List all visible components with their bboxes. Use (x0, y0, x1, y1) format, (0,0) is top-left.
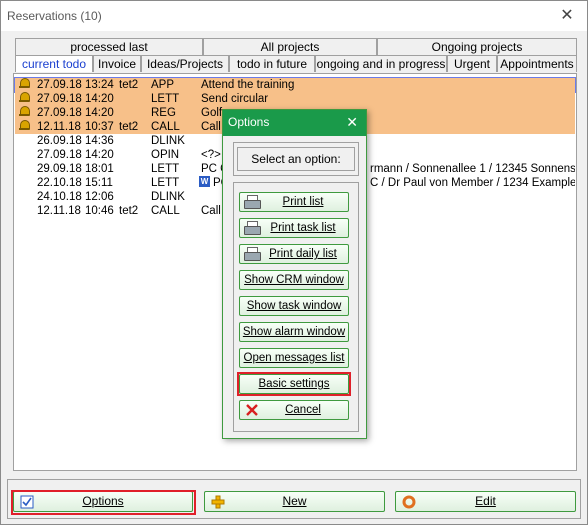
cancel-label: Cancel (285, 404, 321, 416)
show-alarm-window-label: Show alarm window (242, 326, 346, 338)
row-date: 27.09.18 (37, 93, 82, 105)
print-daily-list-label: Print daily list (269, 248, 337, 260)
row-time: 12:06 (85, 191, 114, 203)
row-type: APP (151, 79, 175, 91)
tab-ongoing-projects[interactable]: Ongoing projects (377, 38, 577, 55)
word-document-icon: W (199, 176, 210, 187)
tab-processed-last[interactable]: processed last (15, 38, 203, 55)
dialog-close-icon[interactable]: ✕ (346, 114, 358, 130)
row-time: 18:01 (85, 163, 114, 175)
tab-todo-in-future[interactable]: todo in future (229, 55, 315, 72)
row-user: tet2 (119, 205, 139, 217)
row-type: DLINK (151, 135, 185, 147)
row-type: LETT (151, 93, 180, 105)
show-task-window-label: Show task window (246, 300, 342, 312)
row-date: 24.10.18 (37, 191, 82, 203)
row-date: 27.09.18 (37, 107, 82, 119)
close-icon[interactable]: ✕ (557, 6, 577, 26)
row-date: 29.09.18 (37, 163, 82, 175)
show-task-window-button[interactable]: Show task window (239, 296, 349, 316)
row-type: REG (151, 107, 176, 119)
row-date: 26.09.18 (37, 135, 82, 147)
table-row[interactable]: 27.09.18 13:24 tet2 APP Attend the training (14, 77, 576, 93)
basic-settings-emphasis-box (237, 372, 351, 396)
row-type: LETT (151, 177, 180, 189)
row-type: DLINK (151, 191, 185, 203)
print-daily-list-button[interactable]: Print daily list (239, 244, 349, 264)
bell-icon (19, 78, 30, 89)
window-title: Reservations (10) (7, 9, 102, 23)
tab-appointments[interactable]: Appointments (497, 55, 577, 72)
printer-icon (244, 195, 261, 209)
new-button[interactable]: New (204, 491, 385, 512)
bell-icon (19, 92, 30, 103)
print-task-list-label: Print task list (270, 222, 336, 234)
show-crm-window-label: Show CRM window (244, 274, 344, 286)
bell-icon (19, 120, 30, 131)
tab-ideas-projects[interactable]: Ideas/Projects (141, 55, 229, 72)
bell-icon (19, 106, 30, 117)
row-type: LETT (151, 163, 180, 175)
row-time: 14:20 (85, 93, 114, 105)
row-date: 22.10.18 (37, 177, 82, 189)
dialog-title-bar: Options (223, 110, 366, 136)
row-type: OPIN (151, 149, 180, 161)
row-time: 13:24 (85, 79, 114, 91)
open-messages-list-label: Open messages list (243, 352, 345, 364)
print-list-label: Print list (282, 196, 324, 208)
row-date: 12.11.18 (37, 205, 81, 217)
row-time: 10:37 (85, 121, 114, 133)
print-task-list-button[interactable]: Print task list (239, 218, 349, 238)
row-date: 27.09.18 (37, 149, 82, 161)
reservations-window: Reservations (10) ✕ processed last All p… (0, 0, 588, 525)
ring-icon (402, 495, 416, 509)
printer-icon (244, 247, 261, 261)
row-text-continued: C / Dr Paul von Member / 1234 Example / … (370, 177, 575, 189)
row-time: 10:46 (85, 205, 114, 217)
row-text-continued: rmann / Sonnenallee 1 / 12345 Sonnenstad (370, 163, 575, 175)
row-type: CALL (151, 205, 180, 217)
row-user: tet2 (119, 79, 139, 91)
row-date: 27.09.18 (37, 79, 82, 91)
row-text: Attend the training (201, 79, 295, 91)
select-option-group: Select an option: (233, 142, 359, 176)
plus-icon (211, 495, 225, 509)
print-list-button[interactable]: Print list (239, 192, 349, 212)
row-time: 14:20 (85, 149, 114, 161)
row-time: 14:20 (85, 107, 114, 119)
x-icon (245, 402, 259, 418)
tab-invoice[interactable]: Invoice (93, 55, 141, 72)
row-text: Send circular (201, 93, 269, 105)
cancel-button[interactable]: Cancel (239, 400, 349, 420)
show-crm-window-button[interactable]: Show CRM window (239, 270, 349, 290)
row-text: <?> (201, 149, 221, 161)
dialog-title: Options (228, 115, 270, 129)
options-dialog: Options ✕ Select an option: Print list P… (222, 109, 367, 439)
open-messages-list-button[interactable]: Open messages list (239, 348, 349, 368)
select-option-label: Select an option: (237, 147, 355, 171)
table-row[interactable]: 27.09.18 14:20 LETT Send circular (15, 92, 575, 106)
edit-label: Edit (475, 494, 496, 508)
show-alarm-window-button[interactable]: Show alarm window (239, 322, 349, 342)
tab-current-todo[interactable]: current todo (15, 55, 93, 72)
edit-button[interactable]: Edit (395, 491, 576, 512)
tab-urgent[interactable]: Urgent (447, 55, 497, 72)
row-time: 14:36 (85, 135, 114, 147)
new-label: New (282, 494, 307, 508)
row-time: 15:11 (85, 177, 113, 189)
tab-all-projects[interactable]: All projects (203, 38, 377, 55)
row-date: 12.11.18 (37, 121, 81, 133)
title-bar: Reservations (10) ✕ (1, 1, 587, 31)
options-emphasis-box (11, 490, 196, 515)
printer-icon (244, 221, 261, 235)
row-user: tet2 (119, 121, 139, 133)
row-type: CALL (151, 121, 180, 133)
tab-ongoing-in-progress[interactable]: ongoing and in progress (315, 55, 447, 72)
